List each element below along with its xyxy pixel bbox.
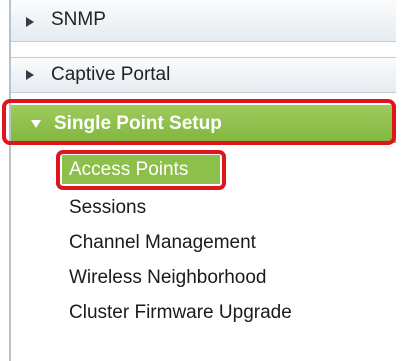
- menu-item-cluster-firmware-upgrade[interactable]: Cluster Firmware Upgrade: [69, 302, 292, 324]
- menu-section-label: Captive Portal: [51, 64, 171, 85]
- expand-arrow-icon: [26, 70, 34, 80]
- menu-section-captive-portal[interactable]: Captive Portal: [11, 57, 396, 93]
- expand-arrow-icon: [26, 17, 34, 27]
- menu-border: [9, 0, 11, 361]
- collapse-arrow-icon: [31, 120, 41, 128]
- menu-item-wireless-neighborhood[interactable]: Wireless Neighborhood: [69, 267, 267, 289]
- menu-section-label: Single Point Setup: [54, 113, 222, 134]
- menu-item-access-points[interactable]: Access Points: [62, 155, 220, 184]
- menu-section-label: SNMP: [51, 9, 106, 30]
- navigation-menu: SNMP Captive Portal Single Point Setup A…: [0, 0, 406, 361]
- menu-item-label: Access Points: [69, 159, 189, 180]
- menu-section-snmp[interactable]: SNMP: [11, 0, 396, 42]
- menu-item-channel-management[interactable]: Channel Management: [69, 232, 256, 254]
- menu-section-single-point-setup[interactable]: Single Point Setup: [11, 105, 396, 143]
- menu-item-sessions[interactable]: Sessions: [69, 197, 146, 219]
